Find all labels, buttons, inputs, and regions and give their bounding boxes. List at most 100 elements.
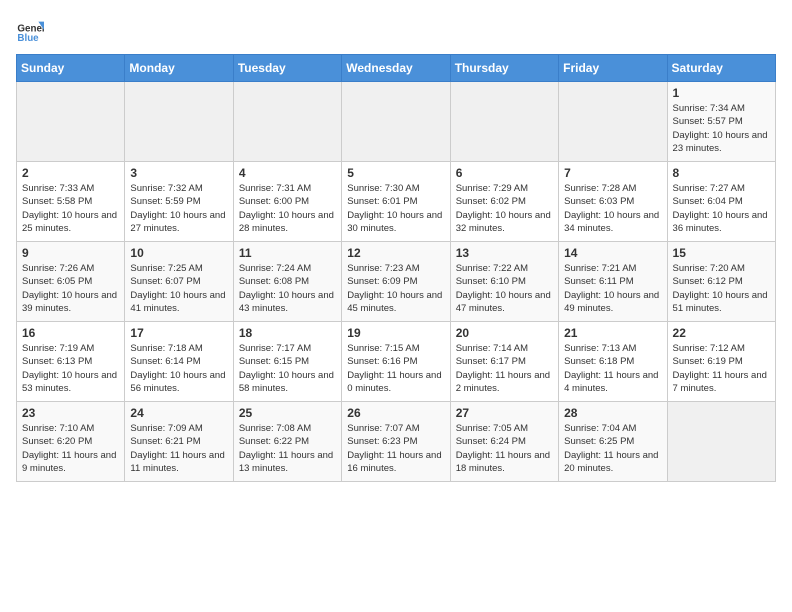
day-info: Sunrise: 7:23 AM Sunset: 6:09 PM Dayligh… (347, 262, 444, 315)
day-number: 4 (239, 166, 336, 180)
calendar-week-4: 16 Sunrise: 7:19 AM Sunset: 6:13 PM Dayli… (17, 322, 776, 402)
day-info: Sunrise: 7:13 AM Sunset: 6:18 PM Dayligh… (564, 342, 661, 395)
weekday-header-monday: Monday (125, 55, 233, 82)
day-number: 14 (564, 246, 661, 260)
day-number: 6 (456, 166, 553, 180)
calendar-cell: 14Sunrise: 7:21 AM Sunset: 6:11 PM Dayli… (559, 242, 667, 322)
day-info: Sunrise: 7:20 AM Sunset: 6:12 PM Dayligh… (673, 262, 770, 315)
day-info: Sunrise: 7:30 AM Sunset: 6:01 PM Dayligh… (347, 182, 444, 235)
calendar-cell: 25Sunrise: 7:08 AM Sunset: 6:22 PM Dayli… (233, 402, 341, 482)
day-number: 24 (130, 406, 227, 420)
day-info: Sunrise: 7:33 AM Sunset: 5:58 PM Dayligh… (22, 182, 119, 235)
day-info: Sunrise: 7:29 AM Sunset: 6:02 PM Dayligh… (456, 182, 553, 235)
calendar-cell: 26 Sunrise: 7:07 AM Sunset: 6:23 PM Dayli… (342, 402, 450, 482)
calendar-cell: 22 Sunrise: 7:12 AM Sunset: 6:19 PM Dayli… (667, 322, 775, 402)
calendar-week-3: 9 Sunrise: 7:26 AM Sunset: 6:05 PM Daylig… (17, 242, 776, 322)
day-number: 11 (239, 246, 336, 260)
calendar-week-1: 1Sunrise: 7:34 AM Sunset: 5:57 PM Daylig… (17, 82, 776, 162)
day-info: Sunrise: 7:15 AM Sunset: 6:16 PM Dayligh… (347, 342, 444, 395)
day-number: 27 (456, 406, 553, 420)
weekday-header-wednesday: Wednesday (342, 55, 450, 82)
calendar-header: SundayMondayTuesdayWednesdayThursdayFrid… (17, 55, 776, 82)
day-number: 26 (347, 406, 444, 420)
svg-text:Blue: Blue (17, 33, 39, 44)
day-number: 13 (456, 246, 553, 260)
calendar-week-5: 23Sunrise: 7:10 AM Sunset: 6:20 PM Dayli… (17, 402, 776, 482)
day-number: 16 (22, 326, 119, 340)
day-info: Sunrise: 7:19 AM Sunset: 6:13 PM Dayligh… (22, 342, 119, 395)
calendar-cell: 19Sunrise: 7:15 AM Sunset: 6:16 PM Dayli… (342, 322, 450, 402)
day-number: 23 (22, 406, 119, 420)
weekday-header-tuesday: Tuesday (233, 55, 341, 82)
calendar-cell: 8 Sunrise: 7:27 AM Sunset: 6:04 PM Daylig… (667, 162, 775, 242)
calendar-cell (125, 82, 233, 162)
calendar-table: SundayMondayTuesdayWednesdayThursdayFrid… (16, 54, 776, 482)
day-info: Sunrise: 7:04 AM Sunset: 6:25 PM Dayligh… (564, 422, 661, 475)
day-number: 18 (239, 326, 336, 340)
day-number: 25 (239, 406, 336, 420)
day-number: 28 (564, 406, 661, 420)
logo-icon: General Blue (16, 16, 44, 44)
day-info: Sunrise: 7:18 AM Sunset: 6:14 PM Dayligh… (130, 342, 227, 395)
day-number: 3 (130, 166, 227, 180)
weekday-header-friday: Friday (559, 55, 667, 82)
page-header: General Blue (16, 16, 776, 44)
calendar-cell: 4 Sunrise: 7:31 AM Sunset: 6:00 PM Daylig… (233, 162, 341, 242)
calendar-cell: 2 Sunrise: 7:33 AM Sunset: 5:58 PM Daylig… (17, 162, 125, 242)
calendar-cell: 18 Sunrise: 7:17 AM Sunset: 6:15 PM Dayli… (233, 322, 341, 402)
calendar-cell: 16 Sunrise: 7:19 AM Sunset: 6:13 PM Dayli… (17, 322, 125, 402)
calendar-cell (342, 82, 450, 162)
day-number: 22 (673, 326, 770, 340)
calendar-cell (233, 82, 341, 162)
day-info: Sunrise: 7:32 AM Sunset: 5:59 PM Dayligh… (130, 182, 227, 235)
calendar-cell: 17 Sunrise: 7:18 AM Sunset: 6:14 PM Dayli… (125, 322, 233, 402)
weekday-header-thursday: Thursday (450, 55, 558, 82)
calendar-cell: 10Sunrise: 7:25 AM Sunset: 6:07 PM Dayli… (125, 242, 233, 322)
day-number: 15 (673, 246, 770, 260)
calendar-cell: 11 Sunrise: 7:24 AM Sunset: 6:08 PM Dayli… (233, 242, 341, 322)
calendar-cell: 5Sunrise: 7:30 AM Sunset: 6:01 PM Daylig… (342, 162, 450, 242)
calendar-cell: 20Sunrise: 7:14 AM Sunset: 6:17 PM Dayli… (450, 322, 558, 402)
calendar-cell: 23Sunrise: 7:10 AM Sunset: 6:20 PM Dayli… (17, 402, 125, 482)
day-info: Sunrise: 7:34 AM Sunset: 5:57 PM Dayligh… (673, 102, 770, 155)
day-info: Sunrise: 7:07 AM Sunset: 6:23 PM Dayligh… (347, 422, 444, 475)
calendar-cell (667, 402, 775, 482)
day-info: Sunrise: 7:14 AM Sunset: 6:17 PM Dayligh… (456, 342, 553, 395)
calendar-cell: 21Sunrise: 7:13 AM Sunset: 6:18 PM Dayli… (559, 322, 667, 402)
calendar-cell (17, 82, 125, 162)
day-info: Sunrise: 7:12 AM Sunset: 6:19 PM Dayligh… (673, 342, 770, 395)
weekday-row: SundayMondayTuesdayWednesdayThursdayFrid… (17, 55, 776, 82)
calendar-week-2: 2 Sunrise: 7:33 AM Sunset: 5:58 PM Daylig… (17, 162, 776, 242)
day-info: Sunrise: 7:26 AM Sunset: 6:05 PM Dayligh… (22, 262, 119, 315)
day-info: Sunrise: 7:09 AM Sunset: 6:21 PM Dayligh… (130, 422, 227, 475)
calendar-cell (450, 82, 558, 162)
day-number: 17 (130, 326, 227, 340)
logo: General Blue (16, 16, 48, 44)
weekday-header-saturday: Saturday (667, 55, 775, 82)
day-number: 12 (347, 246, 444, 260)
calendar-cell: 3 Sunrise: 7:32 AM Sunset: 5:59 PM Daylig… (125, 162, 233, 242)
day-info: Sunrise: 7:22 AM Sunset: 6:10 PM Dayligh… (456, 262, 553, 315)
calendar-cell: 15 Sunrise: 7:20 AM Sunset: 6:12 PM Dayli… (667, 242, 775, 322)
calendar-cell: 24 Sunrise: 7:09 AM Sunset: 6:21 PM Dayli… (125, 402, 233, 482)
calendar-cell: 13 Sunrise: 7:22 AM Sunset: 6:10 PM Dayli… (450, 242, 558, 322)
calendar-cell: 12 Sunrise: 7:23 AM Sunset: 6:09 PM Dayli… (342, 242, 450, 322)
calendar-cell: 27 Sunrise: 7:05 AM Sunset: 6:24 PM Dayli… (450, 402, 558, 482)
day-info: Sunrise: 7:17 AM Sunset: 6:15 PM Dayligh… (239, 342, 336, 395)
calendar-cell: 28 Sunrise: 7:04 AM Sunset: 6:25 PM Dayli… (559, 402, 667, 482)
calendar-cell: 7Sunrise: 7:28 AM Sunset: 6:03 PM Daylig… (559, 162, 667, 242)
day-info: Sunrise: 7:27 AM Sunset: 6:04 PM Dayligh… (673, 182, 770, 235)
day-info: Sunrise: 7:05 AM Sunset: 6:24 PM Dayligh… (456, 422, 553, 475)
day-info: Sunrise: 7:25 AM Sunset: 6:07 PM Dayligh… (130, 262, 227, 315)
day-number: 9 (22, 246, 119, 260)
weekday-header-sunday: Sunday (17, 55, 125, 82)
calendar-cell: 6 Sunrise: 7:29 AM Sunset: 6:02 PM Daylig… (450, 162, 558, 242)
calendar-cell: 9 Sunrise: 7:26 AM Sunset: 6:05 PM Daylig… (17, 242, 125, 322)
calendar-cell (559, 82, 667, 162)
day-number: 2 (22, 166, 119, 180)
calendar-body: 1Sunrise: 7:34 AM Sunset: 5:57 PM Daylig… (17, 82, 776, 482)
day-number: 8 (673, 166, 770, 180)
day-info: Sunrise: 7:24 AM Sunset: 6:08 PM Dayligh… (239, 262, 336, 315)
day-info: Sunrise: 7:31 AM Sunset: 6:00 PM Dayligh… (239, 182, 336, 235)
calendar-cell: 1Sunrise: 7:34 AM Sunset: 5:57 PM Daylig… (667, 82, 775, 162)
